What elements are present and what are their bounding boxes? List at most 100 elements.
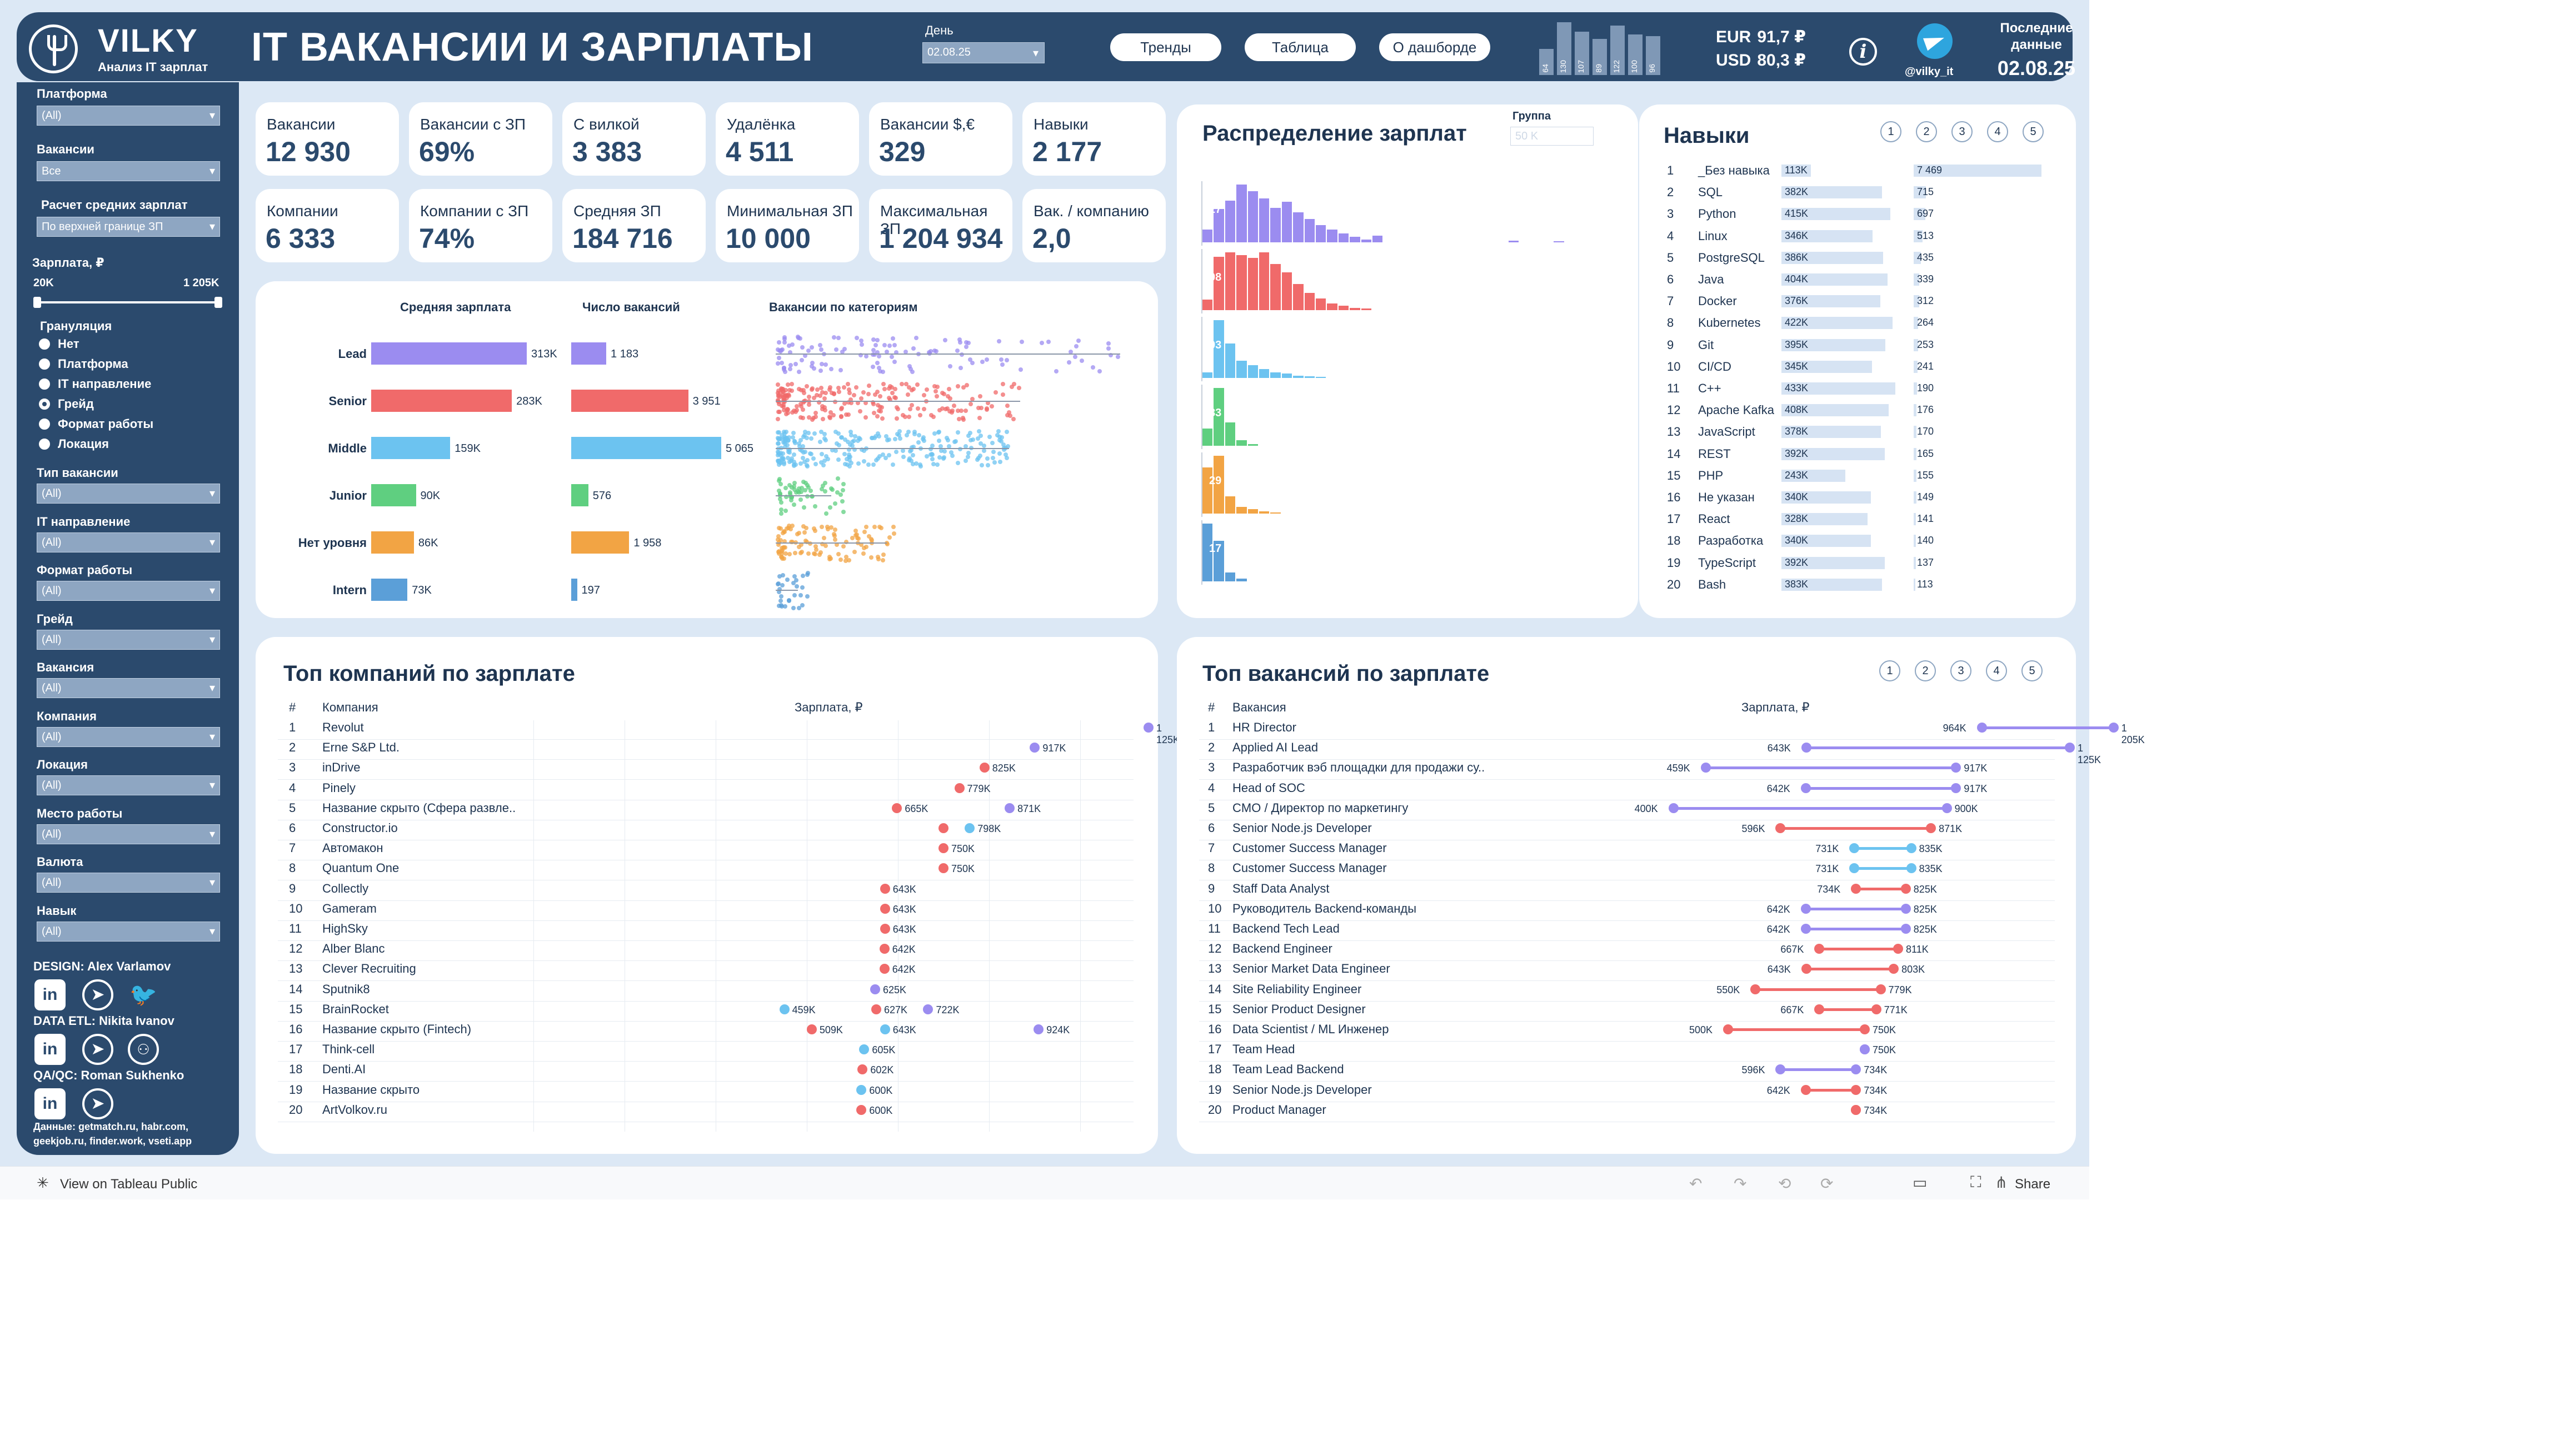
histogram-bin[interactable] — [1293, 375, 1304, 378]
category-dot[interactable] — [933, 389, 938, 394]
histogram-bin[interactable] — [1327, 230, 1337, 242]
category-dot[interactable] — [791, 606, 796, 611]
histogram-bin[interactable] — [1247, 258, 1258, 310]
category-dot[interactable] — [841, 488, 846, 493]
vacancy-name[interactable]: CMO / Директор по маркетингу — [1232, 801, 1408, 815]
category-dot[interactable] — [910, 462, 915, 467]
category-dot[interactable] — [997, 451, 1002, 456]
category-dot[interactable] — [877, 405, 882, 410]
category-dot[interactable] — [951, 404, 956, 409]
histogram-bin[interactable] — [1225, 201, 1236, 242]
category-dot[interactable] — [801, 387, 806, 392]
histogram-bin[interactable] — [1259, 369, 1270, 378]
histogram-bin[interactable] — [1236, 185, 1247, 242]
salary-dot[interactable] — [859, 1044, 870, 1055]
salary-dot[interactable] — [880, 883, 890, 894]
mini-bar[interactable]: 89 — [1592, 38, 1607, 75]
avg-salary-bar[interactable] — [371, 484, 416, 506]
category-dot[interactable] — [786, 392, 791, 397]
category-dot[interactable] — [997, 459, 1002, 464]
histogram-bin[interactable] — [1247, 444, 1258, 446]
twitter-icon[interactable]: 🐦 — [128, 979, 159, 1010]
category-dot[interactable] — [866, 462, 871, 467]
vacancy-name[interactable]: Backend Tech Lead — [1232, 922, 1340, 936]
category-dot[interactable] — [776, 441, 781, 446]
salary-max-dot[interactable] — [1900, 883, 1911, 894]
category-dot[interactable] — [783, 486, 788, 491]
category-dot[interactable] — [963, 344, 969, 349]
category-dot[interactable] — [835, 476, 840, 481]
category-dot[interactable] — [813, 504, 818, 509]
category-dot[interactable] — [781, 366, 786, 371]
category-dot[interactable] — [857, 409, 862, 414]
category-dot[interactable] — [836, 335, 841, 340]
category-dot[interactable] — [838, 492, 843, 497]
histogram-bin[interactable] — [1225, 252, 1236, 310]
category-dot[interactable] — [991, 450, 996, 455]
category-dot[interactable] — [792, 439, 797, 444]
category-dot[interactable] — [910, 403, 915, 408]
salary-dot[interactable] — [856, 1104, 867, 1115]
category-dot[interactable] — [934, 394, 939, 399]
company-name[interactable]: Название скрыто (Fintech) — [322, 1022, 471, 1037]
skill-count-bar[interactable] — [1914, 491, 1916, 504]
salary-min-dot[interactable] — [1668, 803, 1679, 813]
category-dot[interactable] — [946, 386, 951, 391]
histogram-bin[interactable] — [1236, 506, 1247, 514]
category-dot[interactable] — [782, 556, 787, 561]
salary-dot[interactable] — [1030, 743, 1040, 753]
salary-dot[interactable] — [779, 1004, 790, 1014]
category-dot[interactable] — [792, 452, 797, 457]
category-dot[interactable] — [1018, 367, 1023, 372]
salary-min-dot[interactable] — [1775, 823, 1786, 833]
salary-slider-track[interactable] — [37, 301, 220, 303]
telegram-handle[interactable]: @vilky_it — [1905, 66, 1953, 78]
category-dot[interactable] — [829, 486, 834, 491]
category-dot[interactable] — [776, 437, 781, 442]
category-dot[interactable] — [805, 572, 810, 577]
category-dot[interactable] — [863, 415, 868, 420]
category-dot[interactable] — [955, 430, 960, 435]
category-dot[interactable] — [814, 393, 819, 398]
salary-dot[interactable] — [879, 944, 890, 954]
granulation-option[interactable]: Формат работы — [39, 417, 153, 431]
filter-select[interactable]: (All) — [37, 873, 220, 893]
category-dot[interactable] — [779, 594, 784, 599]
table-button[interactable]: Таблица — [1245, 33, 1356, 61]
category-dot[interactable] — [850, 439, 855, 444]
category-dot[interactable] — [877, 524, 882, 529]
salary-max-dot[interactable] — [1851, 1084, 1861, 1095]
category-dot[interactable] — [958, 408, 963, 413]
category-dot[interactable] — [906, 430, 911, 435]
category-dot[interactable] — [871, 364, 876, 369]
salary-max-dot[interactable] — [1889, 964, 1899, 974]
category-dot[interactable] — [922, 407, 927, 412]
category-dot[interactable] — [796, 370, 801, 375]
filter-select[interactable]: (All) — [37, 775, 220, 795]
page-button[interactable]: 4 — [1987, 121, 2008, 142]
category-dot[interactable] — [999, 357, 1004, 362]
category-dot[interactable] — [828, 367, 833, 372]
category-dot[interactable] — [1009, 385, 1014, 390]
histogram-bin[interactable] — [1202, 300, 1213, 310]
category-dot[interactable] — [821, 535, 826, 540]
category-dot[interactable] — [942, 337, 947, 342]
category-dot[interactable] — [777, 574, 782, 579]
mini-bar[interactable]: 64 — [1539, 49, 1554, 75]
category-dot[interactable] — [778, 599, 783, 604]
category-dot[interactable] — [892, 359, 897, 364]
salary-dot[interactable] — [892, 803, 902, 813]
category-dot[interactable] — [785, 577, 790, 582]
category-dot[interactable] — [984, 407, 989, 412]
category-dot[interactable] — [1054, 369, 1059, 374]
category-dot[interactable] — [848, 461, 853, 466]
granulation-option[interactable]: Платформа — [39, 357, 128, 371]
salary-min-dot[interactable] — [1801, 743, 1811, 753]
salary-dot[interactable] — [1034, 1024, 1044, 1034]
salary-slider-max-handle[interactable] — [214, 297, 222, 308]
histogram-bin[interactable] — [1202, 372, 1213, 378]
histogram-bin[interactable] — [1316, 376, 1326, 378]
mini-bar[interactable]: 130 — [1557, 22, 1571, 75]
category-dot[interactable] — [937, 439, 942, 444]
category-dot[interactable] — [800, 345, 805, 350]
